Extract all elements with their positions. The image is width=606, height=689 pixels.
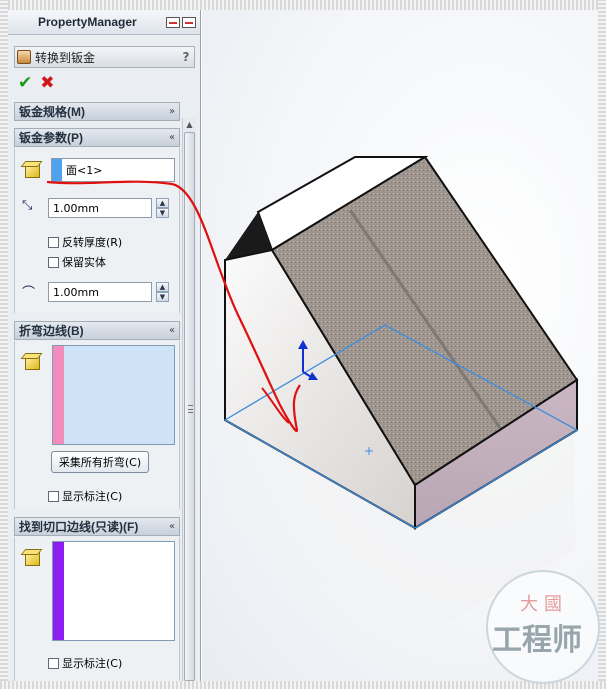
annotation-underline: [46, 180, 173, 186]
watermark-top-text: 大國: [520, 594, 568, 615]
watermark-main-text: 工程师: [492, 623, 582, 658]
